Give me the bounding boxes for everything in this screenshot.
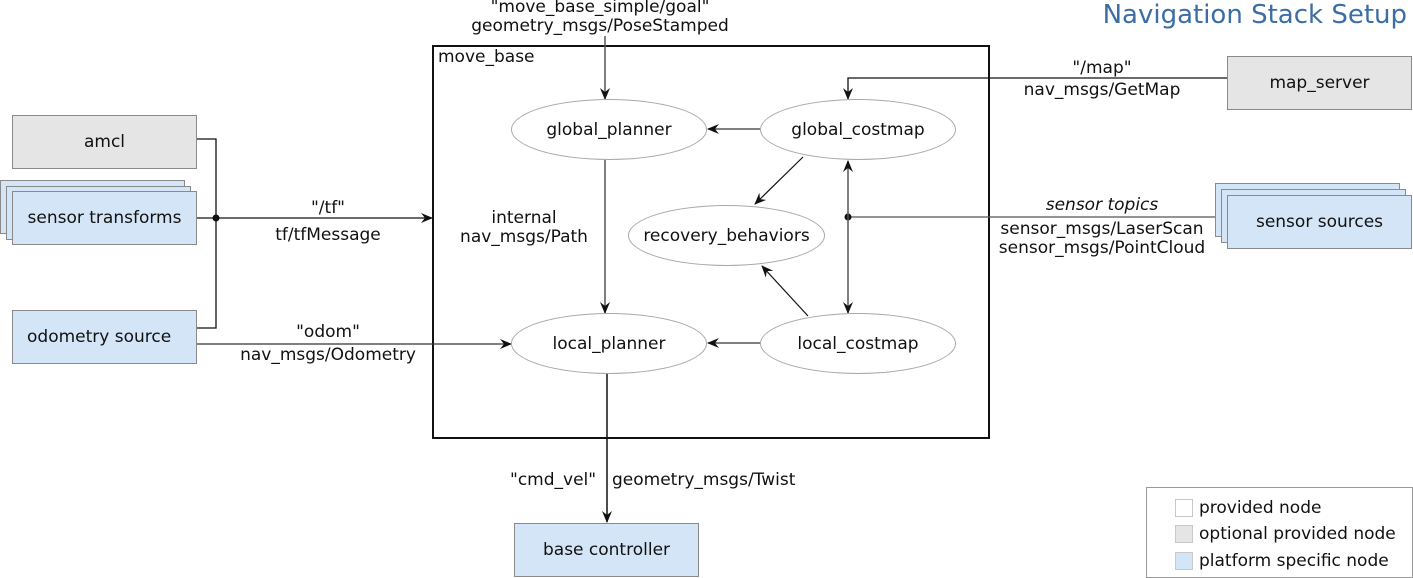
base-controller-label: base controller	[542, 540, 671, 560]
global-costmap-label: global_costmap	[791, 119, 925, 140]
sensor-sources-label: sensor sources	[1255, 212, 1384, 232]
amcl-node[interactable]: amcl	[12, 115, 197, 169]
global-costmap-node[interactable]: global_costmap	[760, 99, 956, 160]
tf-msg-label: tf/tfMessage	[275, 225, 381, 245]
cmd-vel-msg-label: geometry_msgs/Twist	[612, 470, 796, 490]
local-planner-label: local_planner	[552, 333, 666, 354]
local-costmap-label: local_costmap	[797, 333, 919, 354]
sensor-sources-node[interactable]: sensor sources	[1227, 195, 1412, 249]
global-planner-label: global_planner	[546, 119, 672, 140]
legend: provided node optional provided node pla…	[1146, 487, 1413, 578]
odometry-source-node[interactable]: odometry source	[12, 310, 197, 364]
goal-msg-label: geometry_msgs/PoseStamped	[471, 16, 729, 36]
tf-topic-label: "/tf"	[310, 198, 346, 218]
amcl-tf-line	[197, 138, 217, 329]
path-topic-label: internal	[491, 208, 557, 228]
move-base-label: move_base	[438, 47, 535, 67]
sensor-transforms-label: sensor transforms	[27, 208, 182, 228]
sensor-topic-label: sensor topics	[1045, 195, 1159, 215]
map-server-node[interactable]: map_server	[1227, 56, 1412, 110]
legend-swatch-optional	[1175, 525, 1193, 543]
map-topic-label: "/map"	[1072, 58, 1132, 78]
legend-item-provided: provided node	[1175, 498, 1321, 518]
map-msg-label: nav_msgs/GetMap	[1023, 80, 1181, 100]
amcl-label: amcl	[83, 132, 126, 152]
odom-msg-label: nav_msgs/Odometry	[240, 345, 416, 365]
sensor-transforms-node[interactable]: sensor transforms	[12, 191, 197, 245]
odom-topic-label: "odom"	[296, 322, 360, 342]
odometry-source-label: odometry source	[27, 327, 172, 347]
legend-label: provided node	[1199, 498, 1322, 518]
cmd-vel-topic-label: "cmd_vel"	[510, 470, 597, 490]
legend-label: platform specific node	[1199, 551, 1389, 571]
local-costmap-node[interactable]: local_costmap	[760, 313, 956, 374]
legend-item-platform: platform specific node	[1175, 551, 1389, 571]
global-costmap-to-recovery	[754, 156, 804, 205]
legend-label: optional provided node	[1199, 524, 1396, 544]
local-costmap-to-recovery	[761, 265, 809, 317]
goal-topic-label: "move_base_simple/goal"	[490, 0, 710, 17]
legend-swatch-platform	[1175, 552, 1193, 570]
base-controller-node[interactable]: base controller	[514, 523, 699, 577]
recovery-behaviors-label: recovery_behaviors	[643, 225, 810, 246]
path-msg-label: nav_msgs/Path	[460, 227, 588, 247]
legend-item-optional: optional provided node	[1175, 524, 1396, 544]
map-server-label: map_server	[1269, 73, 1370, 93]
diagram-title: Navigation Stack Setup	[1102, 0, 1407, 30]
local-planner-node[interactable]: local_planner	[511, 313, 707, 374]
recovery-behaviors-node[interactable]: recovery_behaviors	[628, 205, 825, 266]
global-planner-node[interactable]: global_planner	[511, 99, 707, 160]
sensor-msg-laserscan-label: sensor_msgs/LaserScan	[1000, 219, 1204, 239]
sensor-msg-pointcloud-label: sensor_msgs/PointCloud	[998, 238, 1206, 258]
legend-swatch-provided	[1175, 499, 1193, 517]
